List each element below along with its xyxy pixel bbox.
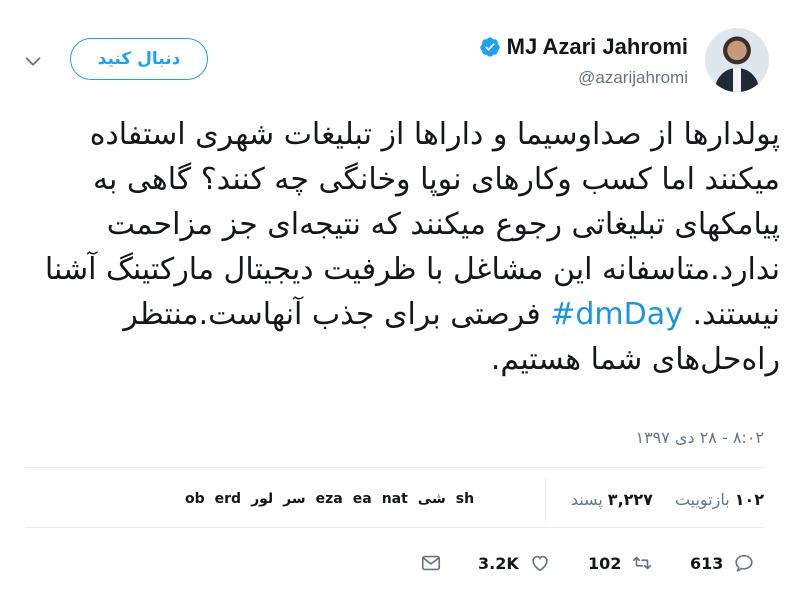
hashtag-link[interactable]: #dmDay xyxy=(550,297,683,332)
stats-separator xyxy=(545,478,546,522)
liker-avatar[interactable]: erd xyxy=(215,486,241,512)
liker-avatar[interactable]: nat xyxy=(382,486,408,512)
reply-icon xyxy=(735,554,754,572)
likes-stat[interactable]: ۳,۲۲۷ پسند xyxy=(571,490,653,509)
user-handle: @azarijahromi xyxy=(578,68,688,87)
retweet-button[interactable]: 102 xyxy=(588,545,653,581)
likers-list: ob erd لور سر eza ea nat شی sh xyxy=(185,486,474,512)
verified-badge-icon xyxy=(480,37,500,57)
retweets-stat-label: بازتوییت xyxy=(674,490,730,509)
tweet-timestamp[interactable]: ۸:۰۲ - ۲۸ دی ۱۳۹۷ xyxy=(635,428,764,447)
retweets-stat[interactable]: ۱۰۲ بازتوییت xyxy=(675,490,764,509)
likes-stat-label: پسند xyxy=(570,490,603,509)
likes-stat-count: ۳,۲۲۷ xyxy=(607,490,653,509)
reply-button[interactable]: 613 xyxy=(690,545,755,581)
like-button[interactable]: 3.2K xyxy=(478,545,551,581)
retweets-stat-count: ۱۰۲ xyxy=(734,490,764,509)
avatar-shirt xyxy=(733,68,741,92)
tweet-stats: ۱۰۲ بازتوییت ۳,۲۲۷ پسند xyxy=(571,490,764,509)
display-name: MJ Azari Jahromi xyxy=(506,34,688,59)
liker-avatar[interactable]: سر xyxy=(283,486,305,512)
like-count: 3.2K xyxy=(478,553,519,573)
retweet-count: 102 xyxy=(588,553,622,573)
liker-avatar[interactable]: eza xyxy=(316,486,343,512)
divider-top xyxy=(25,467,765,468)
chevron-down-icon[interactable] xyxy=(22,50,44,72)
reply-count: 613 xyxy=(690,553,724,573)
tweet-text: پولدارها از صداوسیما و داراها از تبلیغات… xyxy=(20,112,780,382)
tweet-actions: 3.2K 102 613 xyxy=(420,545,770,581)
liker-avatar[interactable]: شی xyxy=(418,486,446,512)
liker-avatar[interactable]: لور xyxy=(251,486,273,512)
display-name-row[interactable]: MJ Azari Jahromi xyxy=(479,34,688,60)
liker-avatar[interactable]: ob xyxy=(185,486,205,512)
retweet-icon xyxy=(633,556,652,570)
heart-icon xyxy=(532,555,548,572)
mail-icon xyxy=(421,555,441,571)
dm-button[interactable] xyxy=(420,545,442,581)
liker-avatar[interactable]: sh xyxy=(456,486,474,512)
liker-avatar[interactable]: ea xyxy=(353,486,372,512)
divider-bottom xyxy=(25,527,765,528)
follow-button[interactable]: دنبال کنید xyxy=(70,38,208,80)
avatar[interactable] xyxy=(705,28,769,92)
